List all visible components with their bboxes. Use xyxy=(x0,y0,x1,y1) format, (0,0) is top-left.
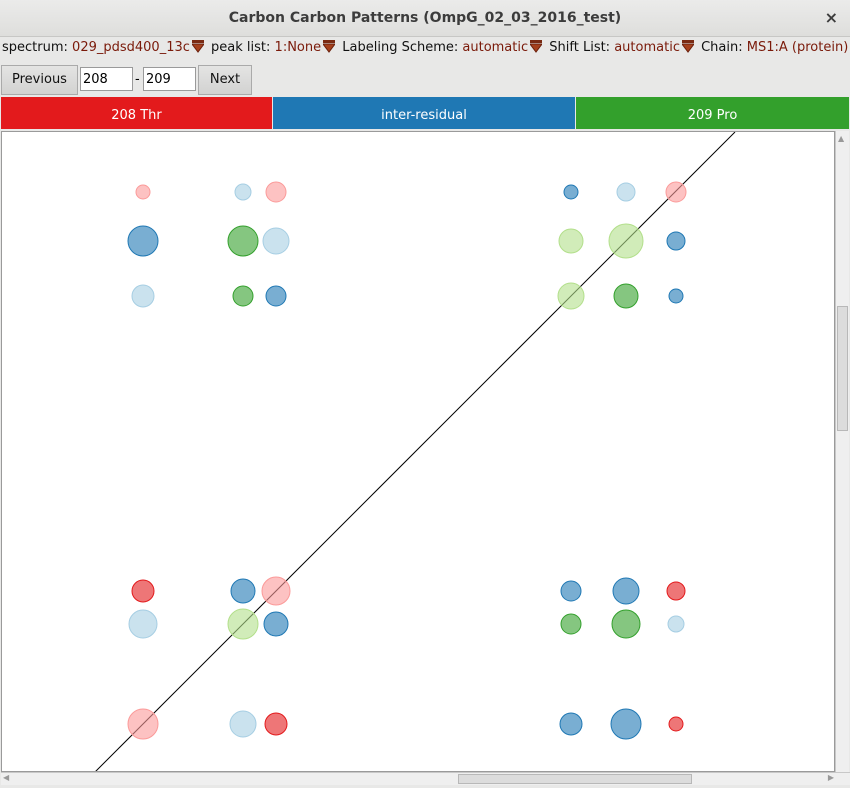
peak-marker[interactable] xyxy=(668,288,684,304)
peak-marker[interactable] xyxy=(666,231,686,251)
peak-marker[interactable] xyxy=(128,609,158,639)
peak-marker[interactable] xyxy=(230,578,256,604)
to-residue-input[interactable] xyxy=(143,67,196,91)
peaklist-value[interactable]: 1:None xyxy=(275,40,322,55)
peak-marker[interactable] xyxy=(229,710,257,738)
peak-marker[interactable] xyxy=(560,613,582,635)
window-title: Carbon Carbon Patterns (OmpG_02_03_2016_… xyxy=(228,10,622,26)
next-button[interactable]: Next xyxy=(198,65,252,95)
peak-marker[interactable] xyxy=(559,712,583,736)
residue-209-header: 209 Pro xyxy=(576,97,849,129)
peaklist-dropdown-icon[interactable] xyxy=(323,40,336,53)
peak-marker[interactable] xyxy=(612,577,640,605)
peak-marker[interactable] xyxy=(131,579,155,603)
labeling-label: Labeling Scheme: xyxy=(342,40,459,55)
pattern-canvas xyxy=(95,132,736,771)
spectrum-value[interactable]: 029_pdsd400_13c xyxy=(72,40,190,55)
peak-marker[interactable] xyxy=(560,580,582,602)
chain-label: Chain: xyxy=(701,40,743,55)
peak-marker[interactable] xyxy=(127,225,159,257)
navigation-row: Previous - Next xyxy=(0,64,850,96)
chain-value[interactable]: MS1:A (protein) xyxy=(747,40,849,55)
labeling-dropdown-icon[interactable] xyxy=(530,40,543,53)
peak-marker[interactable] xyxy=(127,708,159,740)
shift-dropdown-icon[interactable] xyxy=(681,40,694,53)
peak-marker[interactable] xyxy=(262,227,290,255)
horizontal-scroll-thumb[interactable] xyxy=(458,774,692,784)
peak-marker[interactable] xyxy=(558,228,584,254)
window-titlebar: Carbon Carbon Patterns (OmpG_02_03_2016_… xyxy=(0,0,850,37)
peak-marker[interactable] xyxy=(611,609,641,639)
vertical-scrollbar[interactable]: ▲ xyxy=(835,131,849,772)
close-icon[interactable]: × xyxy=(825,8,838,27)
labeling-value[interactable]: automatic xyxy=(462,40,528,55)
options-row: spectrum: 029_pdsd400_13c peak list: 1:N… xyxy=(0,40,850,62)
horizontal-scrollbar[interactable]: ◀ ▶ xyxy=(1,772,850,785)
peak-marker[interactable] xyxy=(263,611,289,637)
pattern-plot[interactable] xyxy=(1,131,835,772)
peak-marker[interactable] xyxy=(666,581,686,601)
peak-marker[interactable] xyxy=(667,615,685,633)
range-dash: - xyxy=(135,72,140,87)
scroll-up-icon[interactable]: ▲ xyxy=(838,134,844,143)
previous-button[interactable]: Previous xyxy=(1,65,78,95)
shift-value[interactable]: automatic xyxy=(614,40,680,55)
spectrum-label: spectrum: xyxy=(2,40,68,55)
peak-marker[interactable] xyxy=(563,184,579,200)
peak-marker[interactable] xyxy=(265,285,287,307)
inter-residual-header: inter-residual xyxy=(273,97,575,129)
spectrum-dropdown-icon[interactable] xyxy=(191,40,204,53)
peak-marker[interactable] xyxy=(135,184,151,200)
shift-label: Shift List: xyxy=(549,40,611,55)
scroll-right-icon[interactable]: ▶ xyxy=(828,773,834,782)
peak-marker[interactable] xyxy=(608,223,644,259)
peak-marker[interactable] xyxy=(232,285,254,307)
peak-marker[interactable] xyxy=(264,712,288,736)
peak-marker[interactable] xyxy=(668,716,684,732)
scroll-left-icon[interactable]: ◀ xyxy=(3,773,9,782)
peak-marker[interactable] xyxy=(265,181,287,203)
peak-marker[interactable] xyxy=(665,181,687,203)
peak-marker[interactable] xyxy=(610,708,642,740)
peak-marker[interactable] xyxy=(613,283,639,309)
peak-marker[interactable] xyxy=(131,284,155,308)
peak-marker[interactable] xyxy=(227,608,259,640)
peak-marker[interactable] xyxy=(557,282,585,310)
peak-marker[interactable] xyxy=(227,225,259,257)
from-residue-input[interactable] xyxy=(80,67,133,91)
diagonal-line xyxy=(95,132,736,771)
peaklist-label: peak list: xyxy=(211,40,271,55)
peak-marker[interactable] xyxy=(261,576,291,606)
peak-marker[interactable] xyxy=(616,182,636,202)
peak-marker[interactable] xyxy=(234,183,252,201)
vertical-scroll-thumb[interactable] xyxy=(837,306,848,431)
residue-208-header: 208 Thr xyxy=(1,97,272,129)
